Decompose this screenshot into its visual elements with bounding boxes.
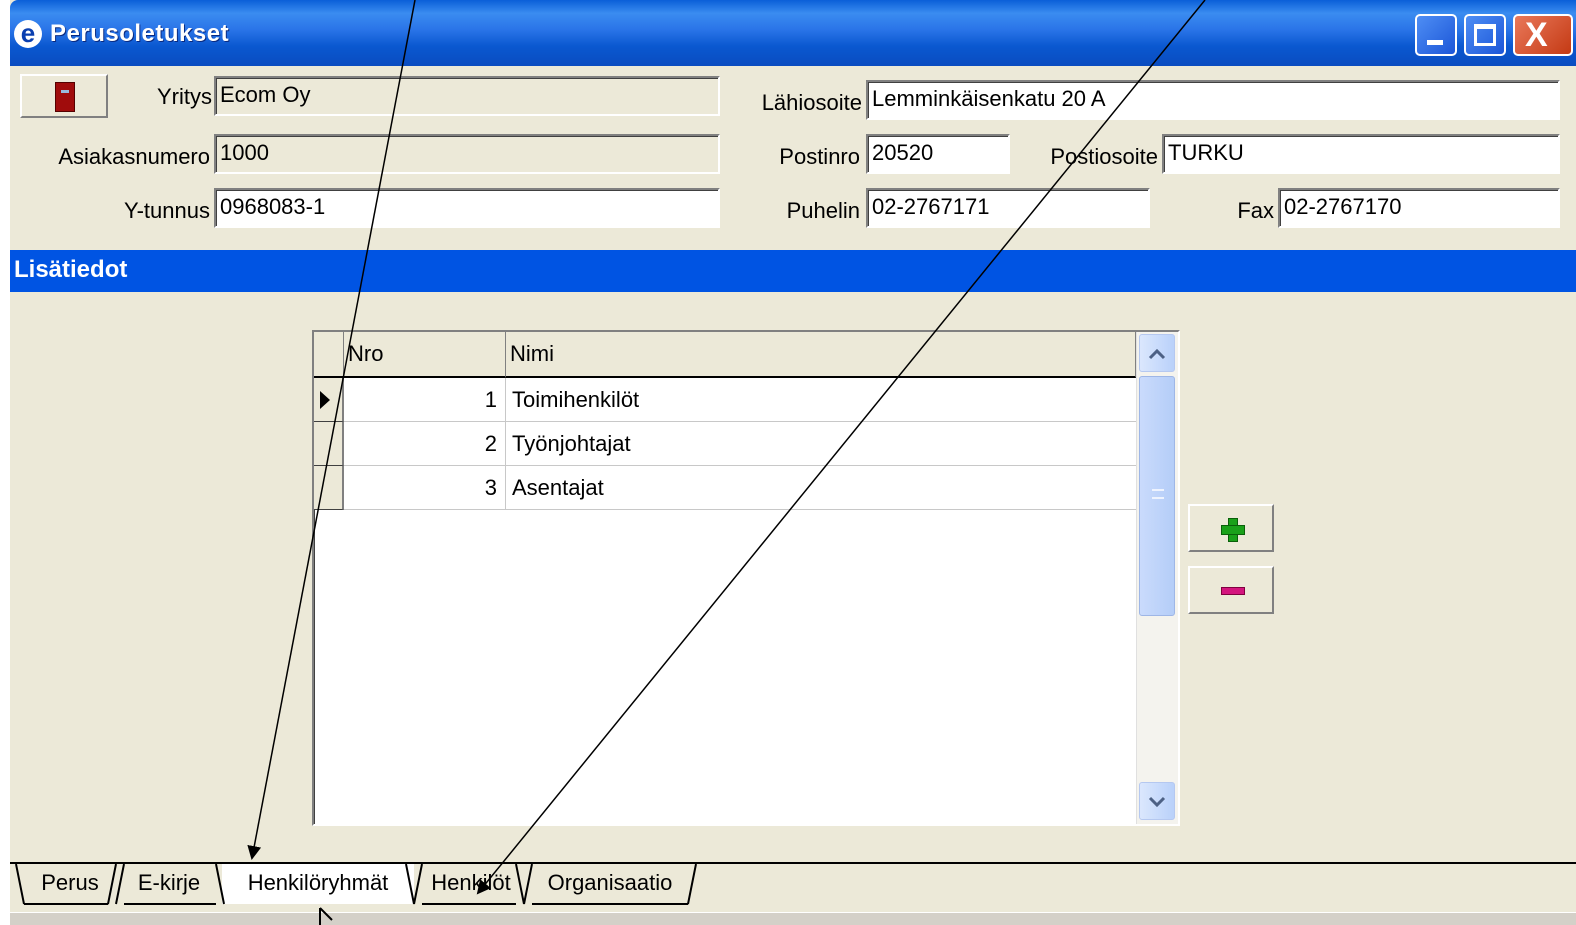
yritys-label: Yritys [157, 84, 212, 109]
chevron-down-icon [1148, 796, 1166, 808]
cell-nimi[interactable]: Työnjohtajat [506, 422, 631, 466]
tab-dividers [15, 864, 697, 905]
plus-icon [1221, 518, 1245, 542]
tab-strip: Perus E-kirje Henkilöryhmät Henkilöt Org… [10, 862, 1576, 912]
maximize-button[interactable] [1464, 14, 1506, 56]
close-icon: X [1525, 16, 1548, 54]
cell-nro[interactable]: 3 [344, 466, 506, 510]
lahiosoite-label: Lähiosoite [761, 90, 862, 115]
column-header-nro[interactable]: Nro [344, 332, 506, 378]
cell-nimi[interactable]: Toimihenkilöt [506, 378, 639, 422]
company-form: Yritys Ecom Oy Asiakasnumero 1000 Y-tunn… [10, 66, 1576, 246]
postinro-label: Postinro [779, 144, 860, 169]
cell-nro[interactable]: 2 [344, 422, 506, 466]
cell-nimi[interactable]: Asentajat [506, 466, 604, 510]
section-header: Lisätiedot [10, 250, 1576, 292]
chevron-up-icon [1148, 348, 1166, 360]
maximize-icon [1474, 24, 1496, 46]
app-e-icon: e [14, 20, 42, 48]
puhelin-field[interactable]: 02-2767171 [866, 188, 1150, 228]
minus-icon [1221, 587, 1245, 595]
minimize-button[interactable] [1415, 14, 1457, 56]
postiosoite-label: Postiosoite [1050, 144, 1158, 169]
row-indicator[interactable] [314, 422, 344, 466]
cell-nro[interactable]: 1 [344, 378, 506, 422]
column-header-nimi[interactable]: Nimi [506, 332, 1136, 378]
table-row[interactable]: 1 Toimihenkilöt [344, 378, 1136, 422]
puhelin-label: Puhelin [786, 198, 860, 223]
row-indicator[interactable] [314, 466, 344, 510]
vertical-scrollbar[interactable] [1136, 332, 1178, 824]
remove-row-button[interactable] [1188, 566, 1274, 614]
yritys-field[interactable]: Ecom Oy [214, 76, 720, 116]
exit-button[interactable] [20, 74, 108, 118]
grid-corner [314, 332, 344, 378]
title-bar[interactable]: e Perusoletukset X [10, 0, 1576, 66]
postiosoite-field[interactable]: TURKU [1162, 134, 1560, 174]
groups-grid[interactable]: Nro Nimi 1 Toimihenkilöt 2 Työnjohtajat … [312, 330, 1180, 826]
section-title: Lisätiedot [14, 256, 128, 283]
scroll-up-button[interactable] [1139, 334, 1175, 372]
fax-field[interactable]: 02-2767170 [1278, 188, 1560, 228]
scroll-down-button[interactable] [1139, 782, 1175, 820]
door-exit-icon [55, 82, 75, 112]
lahiosoite-field[interactable]: Lemminkäisenkatu 20 A [866, 80, 1560, 120]
ytunnus-field[interactable]: 0968083-1 [214, 188, 720, 228]
row-indicator-current[interactable] [314, 378, 344, 422]
scroll-thumb[interactable] [1139, 376, 1175, 616]
table-row[interactable]: 3 Asentajat [344, 466, 1136, 510]
postinro-field[interactable]: 20520 [866, 134, 1010, 174]
asiakasnumero-field[interactable]: 1000 [214, 134, 720, 174]
grip-icon [1152, 489, 1164, 499]
close-button[interactable]: X [1513, 14, 1573, 56]
window-title: Perusoletukset [50, 20, 230, 47]
ytunnus-label: Y-tunnus [123, 198, 210, 223]
status-bar [10, 912, 1576, 925]
main-window: e Perusoletukset X Yritys Ecom Oy Asiaka… [10, 0, 1576, 925]
add-row-button[interactable] [1188, 504, 1274, 552]
table-row[interactable]: 2 Työnjohtajat [344, 422, 1136, 466]
fax-label: Fax [1237, 198, 1274, 223]
minimize-icon [1427, 40, 1443, 45]
asiakasnumero-label: Asiakasnumero [58, 144, 210, 169]
